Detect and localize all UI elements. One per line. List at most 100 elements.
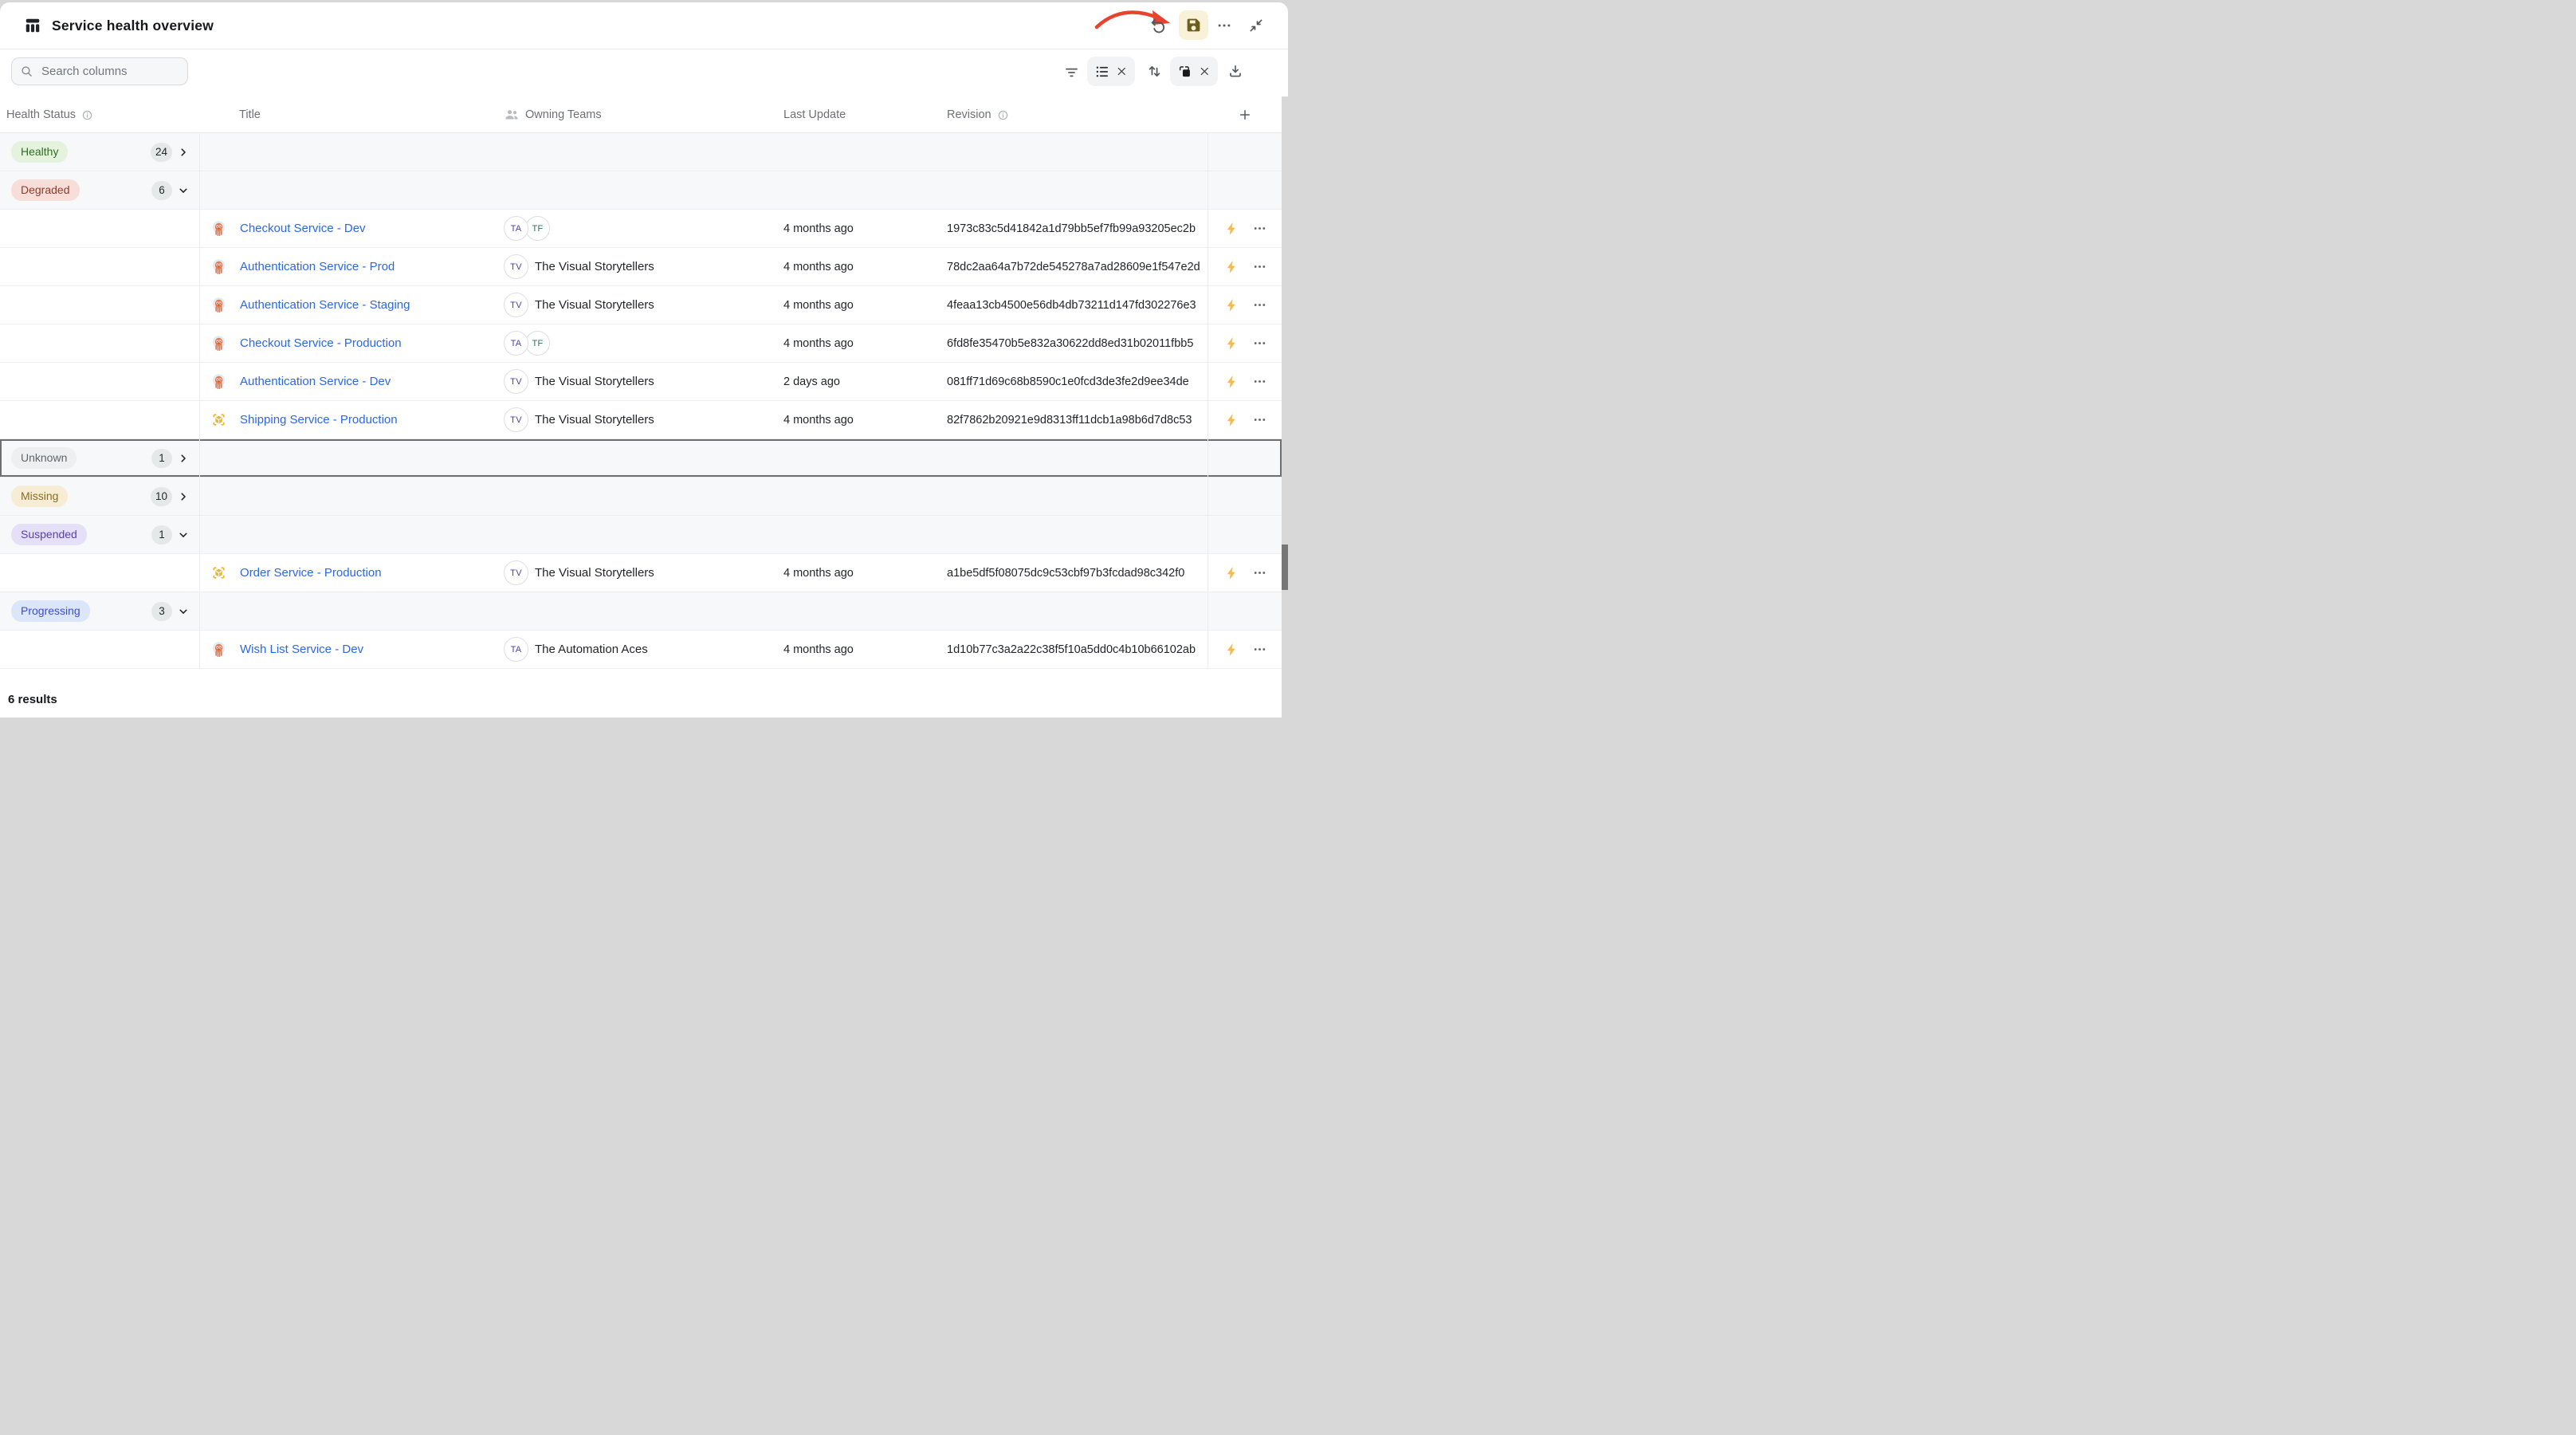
row-menu-icon[interactable] bbox=[1253, 222, 1266, 235]
page-title: Service health overview bbox=[52, 18, 214, 34]
team-avatar[interactable]: TV bbox=[504, 293, 528, 317]
more-options-button[interactable] bbox=[1215, 16, 1234, 35]
row-menu-icon[interactable] bbox=[1253, 298, 1266, 312]
lightning-action-icon[interactable] bbox=[1225, 375, 1238, 389]
chevron-down-icon[interactable] bbox=[178, 606, 189, 617]
table-icon bbox=[24, 17, 41, 34]
lightning-action-icon[interactable] bbox=[1225, 336, 1238, 351]
chevron-right-icon[interactable] bbox=[178, 453, 189, 464]
team-avatar[interactable]: TA bbox=[504, 637, 528, 662]
team-avatar[interactable]: TF bbox=[525, 331, 550, 356]
column-header-owning-teams[interactable]: Owning Teams bbox=[525, 108, 602, 121]
team-avatar[interactable]: TF bbox=[525, 216, 550, 241]
table-toolbar bbox=[0, 49, 1288, 97]
table-row[interactable]: Checkout Service - Dev TA TF 4 months ag… bbox=[0, 210, 1282, 248]
chevron-down-icon[interactable] bbox=[178, 185, 189, 196]
title-bar: Service health overview bbox=[0, 2, 1288, 49]
download-icon[interactable] bbox=[1227, 63, 1243, 79]
entity-title-link[interactable]: Checkout Service - Dev bbox=[240, 222, 366, 235]
team-avatar[interactable]: TV bbox=[504, 560, 528, 585]
column-header-last-update[interactable]: Last Update bbox=[783, 108, 846, 121]
column-header-health-status[interactable]: Health Status bbox=[6, 108, 76, 121]
scrollbar[interactable] bbox=[1282, 96, 1288, 718]
team-avatar[interactable]: TA bbox=[504, 216, 528, 241]
chevron-right-icon[interactable] bbox=[178, 147, 189, 158]
filter-icon[interactable] bbox=[1063, 64, 1080, 81]
last-update-cell: 4 months ago bbox=[783, 248, 947, 285]
column-header-revision[interactable]: Revision bbox=[947, 108, 992, 121]
search-icon bbox=[20, 65, 33, 78]
team-avatar[interactable]: TV bbox=[504, 369, 528, 394]
entity-title-link[interactable]: Order Service - Production bbox=[240, 566, 382, 580]
table-row[interactable]: Authentication Service - Staging TV The … bbox=[0, 286, 1282, 324]
row-menu-icon[interactable] bbox=[1253, 413, 1266, 427]
group-count: 24 bbox=[151, 143, 172, 162]
clear-x-icon bbox=[1116, 65, 1128, 77]
team-avatar[interactable]: TV bbox=[504, 407, 528, 432]
table-row[interactable]: Authentication Service - Dev TV The Visu… bbox=[0, 363, 1282, 401]
entity-title-link[interactable]: Authentication Service - Dev bbox=[240, 375, 391, 388]
chevron-right-icon[interactable] bbox=[178, 491, 189, 502]
lightning-action-icon[interactable] bbox=[1225, 222, 1238, 236]
scrollbar-thumb[interactable] bbox=[1282, 545, 1288, 590]
entity-title-link[interactable]: Checkout Service - Production bbox=[240, 336, 402, 350]
undo-button[interactable] bbox=[1149, 16, 1168, 35]
row-menu-icon[interactable] bbox=[1253, 260, 1266, 273]
add-column-button[interactable] bbox=[1238, 108, 1252, 122]
lightning-action-icon[interactable] bbox=[1225, 298, 1238, 313]
team-avatar[interactable]: TV bbox=[504, 254, 528, 279]
lightning-action-icon[interactable] bbox=[1225, 566, 1238, 580]
lightning-action-icon[interactable] bbox=[1225, 643, 1238, 657]
column-header-title[interactable]: Title bbox=[239, 108, 261, 121]
octopus-service-icon bbox=[210, 374, 226, 390]
entity-title-link[interactable]: Authentication Service - Prod bbox=[240, 260, 395, 273]
team-avatar[interactable]: TA bbox=[504, 331, 528, 356]
table-row[interactable]: Authentication Service - Prod TV The Vis… bbox=[0, 248, 1282, 286]
plus-icon bbox=[1238, 108, 1252, 122]
search-input[interactable] bbox=[40, 64, 179, 79]
team-name: The Visual Storytellers bbox=[535, 413, 654, 427]
table-row[interactable]: Shipping Service - Production TV The Vis… bbox=[0, 401, 1282, 439]
revision-cell: 1d10b77c3a2a22c38f5f10a5dd0c4b10b66102ab bbox=[947, 631, 1208, 668]
table-row[interactable]: Wish List Service - Dev TA The Automatio… bbox=[0, 631, 1282, 669]
health-status-cell bbox=[0, 248, 200, 285]
group-count: 6 bbox=[151, 181, 172, 200]
collapse-icon[interactable] bbox=[1247, 16, 1266, 35]
lightning-action-icon[interactable] bbox=[1225, 413, 1238, 427]
chevron-down-icon[interactable] bbox=[178, 529, 189, 541]
table-row[interactable]: Order Service - Production TV The Visual… bbox=[0, 554, 1282, 592]
revision-cell: 081ff71d69c68b8590c1e0fcd3de3fe2d9ee34de bbox=[947, 363, 1208, 400]
row-menu-icon[interactable] bbox=[1253, 643, 1266, 656]
last-update-cell: 4 months ago bbox=[783, 401, 947, 438]
entity-title-link[interactable]: Wish List Service - Dev bbox=[240, 643, 363, 656]
entity-title-link[interactable]: Authentication Service - Staging bbox=[240, 298, 410, 312]
team-name: The Visual Storytellers bbox=[535, 566, 654, 580]
group-count: 10 bbox=[151, 487, 172, 506]
status-badge: Degraded bbox=[11, 179, 80, 200]
group-row-healthy[interactable]: Healthy 24 bbox=[0, 133, 1282, 171]
status-badge: Missing bbox=[11, 486, 68, 506]
row-menu-icon[interactable] bbox=[1253, 336, 1266, 350]
group-row-unknown[interactable]: Unknown 1 bbox=[0, 439, 1282, 478]
table-header: Health Status Title Owning Teams Last Up… bbox=[0, 97, 1282, 133]
list-view-toggle[interactable] bbox=[1087, 57, 1135, 86]
group-row-degraded[interactable]: Degraded 6 bbox=[0, 171, 1282, 210]
last-update-cell: 4 months ago bbox=[783, 324, 947, 362]
search-box[interactable] bbox=[11, 57, 188, 85]
group-row-progressing[interactable]: Progressing 3 bbox=[0, 592, 1282, 631]
group-row-suspended[interactable]: Suspended 1 bbox=[0, 516, 1282, 554]
row-menu-icon[interactable] bbox=[1253, 375, 1266, 388]
group-row-missing[interactable]: Missing 10 bbox=[0, 478, 1282, 516]
sort-icon[interactable] bbox=[1146, 63, 1163, 80]
row-menu-icon[interactable] bbox=[1253, 566, 1266, 580]
health-status-cell bbox=[0, 363, 200, 400]
group-by-toggle[interactable] bbox=[1170, 57, 1218, 86]
health-status-cell bbox=[0, 554, 200, 592]
entity-title-link[interactable]: Shipping Service - Production bbox=[240, 413, 398, 427]
table-row[interactable]: Checkout Service - Production TA TF 4 mo… bbox=[0, 324, 1282, 363]
health-status-cell bbox=[0, 210, 200, 247]
group-count: 1 bbox=[151, 525, 172, 545]
lightning-action-icon[interactable] bbox=[1225, 260, 1238, 274]
info-icon bbox=[81, 109, 93, 121]
save-button[interactable] bbox=[1179, 10, 1208, 40]
